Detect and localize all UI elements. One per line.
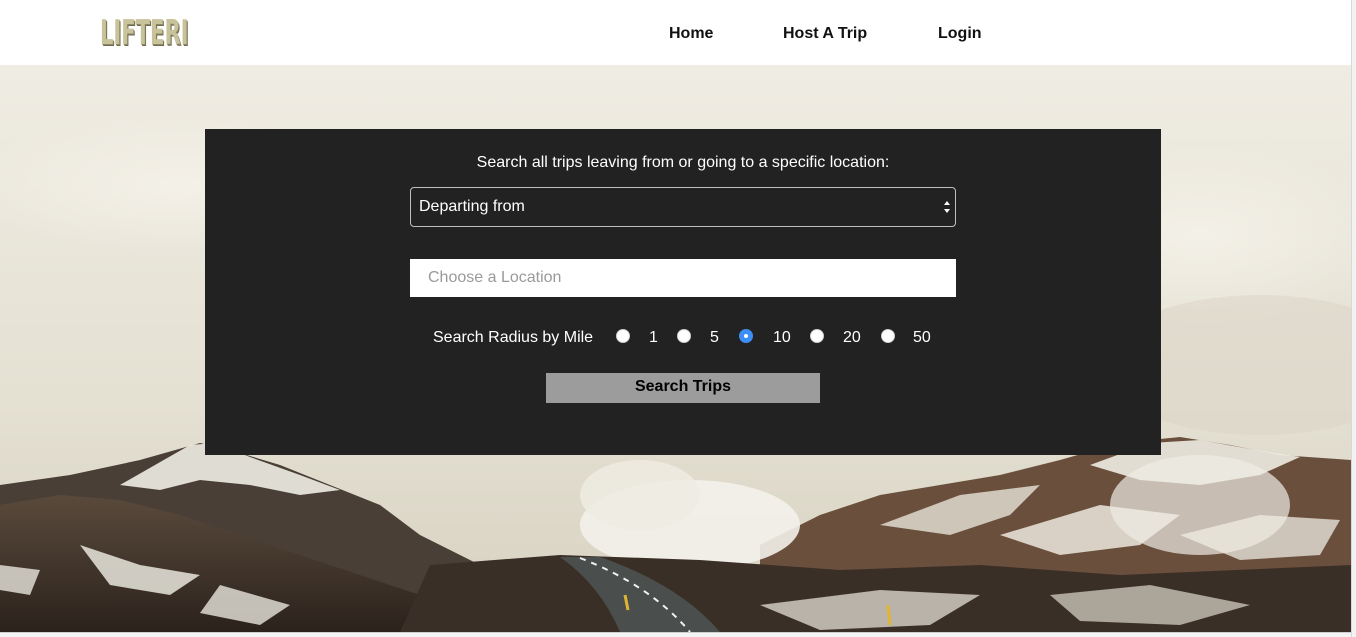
- search-trips-button[interactable]: Search Trips: [546, 373, 820, 403]
- radius-option-label-1: 1: [649, 329, 658, 346]
- nav-host-a-trip-link[interactable]: Host A Trip: [783, 24, 867, 44]
- radius-option-label-20: 20: [843, 329, 861, 346]
- nav-home-link[interactable]: Home: [669, 24, 713, 44]
- radius-radio-1[interactable]: [616, 329, 630, 343]
- direction-select[interactable]: Departing from: [410, 187, 956, 227]
- site-logo[interactable]: LIFTERI: [100, 14, 189, 52]
- top-navbar: LIFTERI Home Host A Trip Login: [0, 0, 1351, 65]
- radius-option-label-50: 50: [913, 329, 931, 346]
- trip-search-panel: Search all trips leaving from or going t…: [205, 129, 1161, 455]
- radius-radio-10[interactable]: [739, 329, 753, 343]
- window-right-edge: [1351, 0, 1356, 637]
- radius-radio-5[interactable]: [677, 329, 691, 343]
- radius-option-label-5: 5: [710, 329, 719, 346]
- direction-select-value: Departing from: [419, 198, 525, 215]
- radius-selector: Search Radius by Mile 1 5 10 20 50: [205, 327, 1161, 349]
- nav-login-link[interactable]: Login: [938, 24, 982, 44]
- search-heading: Search all trips leaving from or going t…: [476, 154, 890, 171]
- radius-option-label-10: 10: [773, 329, 791, 346]
- radius-label: Search Radius by Mile: [433, 329, 594, 346]
- location-input[interactable]: Choose a Location: [410, 259, 956, 297]
- bottom-edge: [0, 632, 1351, 637]
- radius-radio-20[interactable]: [810, 329, 824, 343]
- radius-radio-50[interactable]: [881, 329, 895, 343]
- select-updown-arrows-icon: [944, 201, 950, 213]
